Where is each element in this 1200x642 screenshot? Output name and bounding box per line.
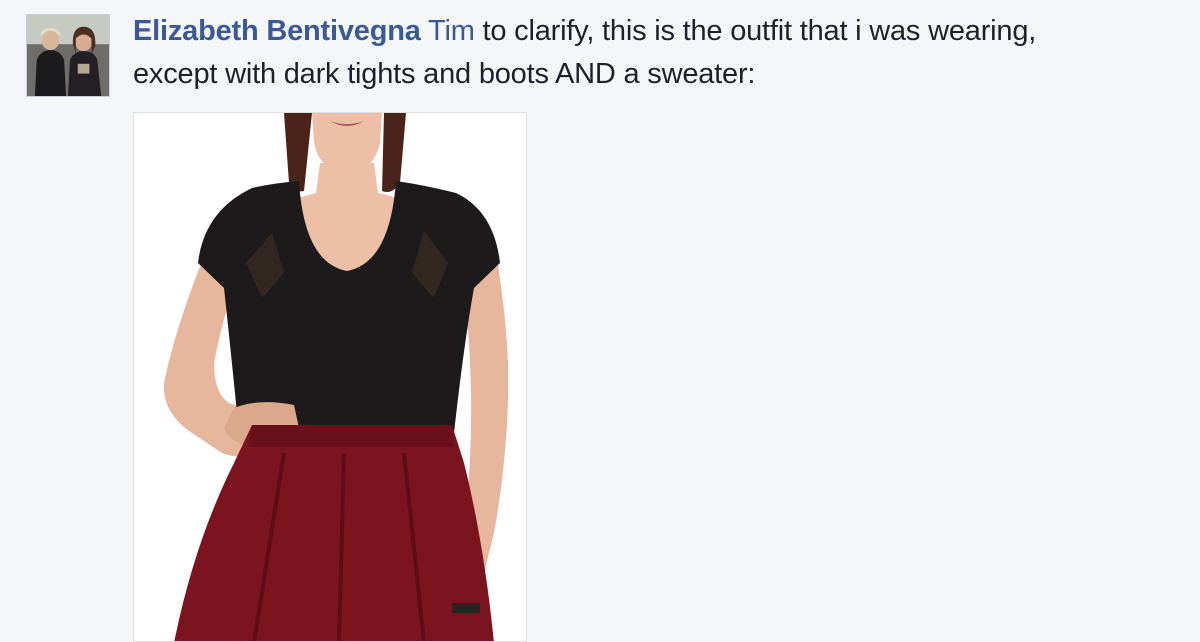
profile-photo-icon [27, 15, 109, 96]
outfit-photo-icon [134, 113, 526, 641]
comment-text-line-2: except with dark tights and boots AND a … [133, 58, 756, 90]
photo-attachment[interactable] [133, 112, 527, 642]
comment-text: Elizabeth Bentivegna Tim to clarify, thi… [133, 10, 1173, 96]
author-avatar[interactable] [26, 14, 110, 97]
comment: Elizabeth Bentivegna Tim to clarify, thi… [0, 0, 1200, 642]
comment-text-line-1: to clarify, this is the outfit that i wa… [474, 15, 1037, 47]
author-name-link[interactable]: Elizabeth Bentivegna [133, 15, 421, 47]
mention-link[interactable]: Tim [428, 15, 475, 47]
